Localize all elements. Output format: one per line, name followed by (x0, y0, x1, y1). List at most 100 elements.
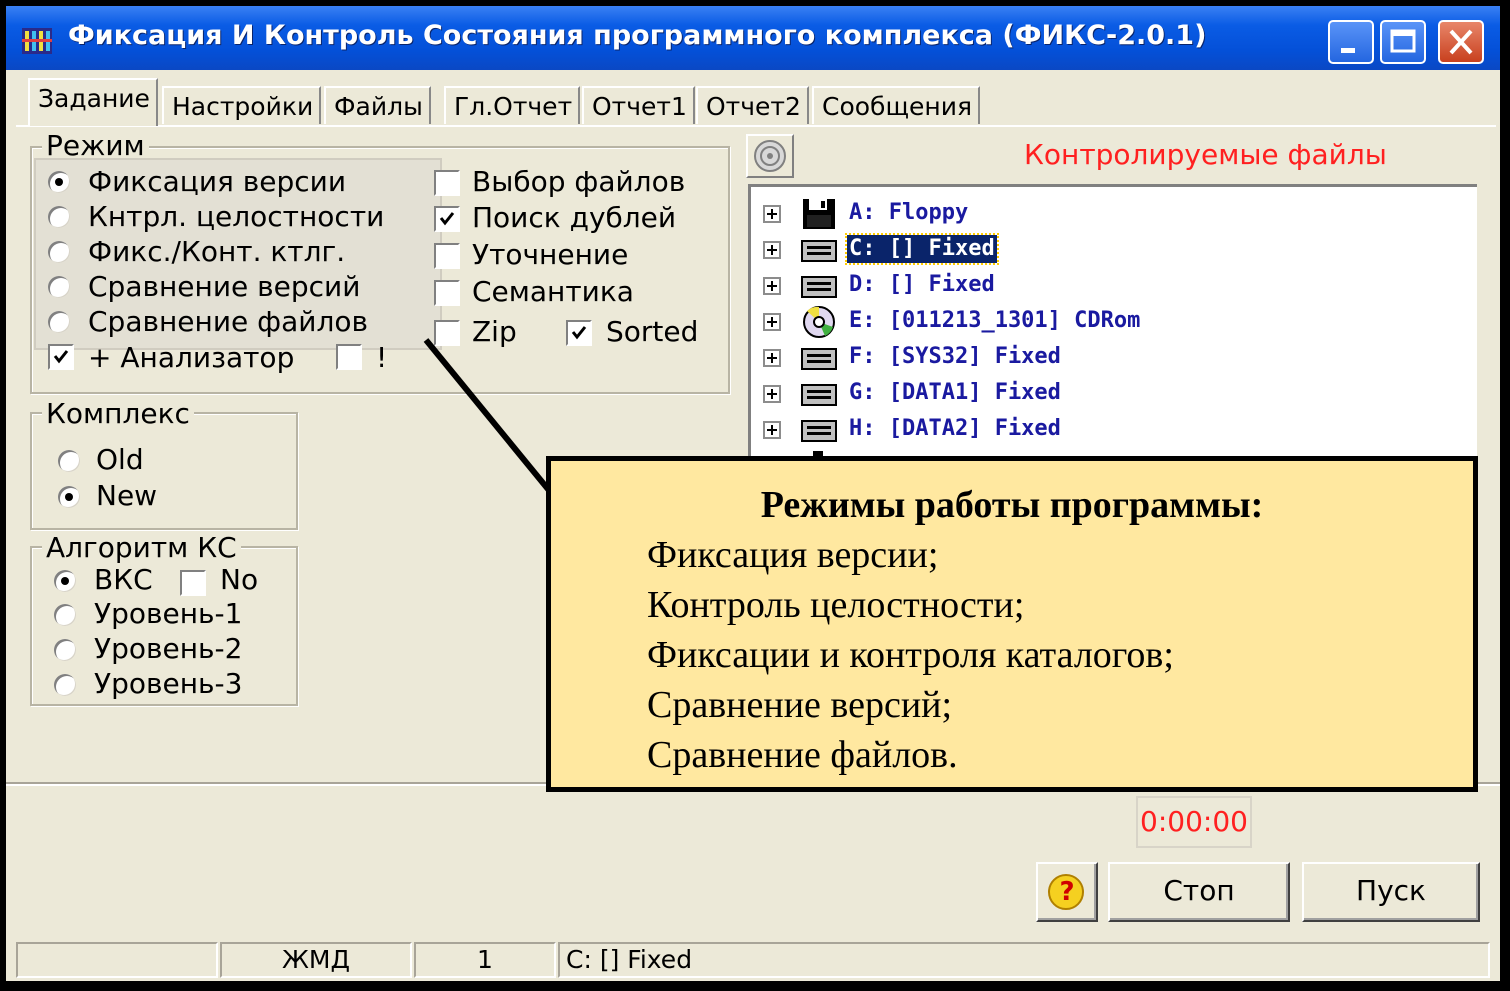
tree-node-label-selected: C: [] Fixed (845, 233, 999, 265)
radio-fix-version-label: Фиксация версии (88, 165, 347, 198)
tab-task[interactable]: Задание (28, 78, 158, 126)
sorted-label: Sorted (606, 315, 699, 348)
analyzer-label: + Анализатор (88, 341, 295, 374)
window-title: Фиксация И Контроль Состояния программно… (68, 20, 1207, 51)
expand-icon[interactable] (763, 277, 781, 295)
tab-main-report[interactable]: Гл.Отчет (444, 86, 581, 124)
find-duplicates-label: Поиск дублей (472, 201, 677, 234)
refresh-tree-button[interactable] (746, 134, 794, 178)
status-panel-2: ЖМД (220, 942, 412, 978)
radio-old[interactable] (58, 450, 80, 472)
tree-node-label: D: [] Fixed (849, 272, 995, 297)
find-duplicates-checkbox[interactable] (434, 206, 460, 232)
checkmark-icon (439, 212, 455, 226)
close-icon (1449, 29, 1473, 55)
radio-compare-files[interactable] (48, 311, 70, 333)
radio-compare-versions[interactable] (48, 276, 70, 298)
drive-tree[interactable]: A: Floppy C: [] Fixed D: [] Fixed E: [01… (748, 184, 1477, 487)
callout-item: Фиксация версии; (647, 534, 939, 576)
expand-icon[interactable] (763, 241, 781, 259)
title-bar[interactable]: Фиксация И Контроль Состояния программно… (6, 6, 1500, 70)
select-files-checkbox[interactable] (434, 170, 460, 196)
refine-checkbox[interactable] (434, 243, 460, 269)
stop-button[interactable]: Стоп (1108, 862, 1290, 922)
tab-messages[interactable]: Сообщения (812, 86, 981, 124)
tab-strip: Задание Настройки Файлы Гл.Отчет Отчет1 … (16, 78, 996, 126)
callout-item: Сравнение файлов. (647, 734, 958, 776)
help-label: ? (1059, 877, 1075, 907)
radio-vks-label: ВКС (94, 563, 153, 596)
tab-files[interactable]: Файлы (324, 86, 431, 124)
tree-node-label: H: [DATA2] Fixed (849, 416, 1061, 441)
cd-rom-icon (799, 305, 839, 339)
mode-legend: Режим (42, 132, 149, 160)
callout-item: Фиксации и контроля каталогов; (647, 634, 1174, 676)
radio-new-label: New (96, 479, 158, 512)
hard-drive-icon (799, 377, 839, 411)
semantics-label: Семантика (472, 275, 634, 308)
floppy-icon (799, 197, 839, 231)
refine-label: Уточнение (472, 238, 629, 271)
callout-item: Контроль целостности; (647, 584, 1025, 626)
minimize-button[interactable] (1328, 20, 1374, 64)
tab-report1[interactable]: Отчет1 (582, 86, 695, 124)
zip-label: Zip (472, 315, 517, 348)
status-panel-4: C: [] Fixed (558, 942, 1490, 978)
hard-drive-icon (799, 233, 839, 267)
cd-disc-icon (754, 140, 786, 172)
close-button[interactable] (1438, 20, 1484, 64)
radio-integrity[interactable] (48, 206, 70, 228)
radio-level3-label: Уровень-3 (94, 667, 243, 700)
status-panel-3: 1 (414, 942, 556, 978)
radio-integrity-label: Кнтрл. целостности (88, 200, 385, 233)
help-button[interactable]: ? (1036, 862, 1098, 922)
radio-catalog-label: Фикс./Конт. ктлг. (88, 235, 346, 268)
start-button[interactable]: Пуск (1302, 862, 1480, 922)
tab-settings[interactable]: Настройки (162, 86, 322, 124)
radio-level2-label: Уровень-2 (94, 632, 243, 665)
tab-report2[interactable]: Отчет2 (696, 86, 809, 124)
maximize-button[interactable] (1380, 20, 1426, 64)
radio-new[interactable] (58, 486, 80, 508)
radio-catalog[interactable] (48, 241, 70, 263)
radio-old-label: Old (96, 443, 144, 476)
zip-checkbox[interactable] (434, 320, 460, 346)
select-files-label: Выбор файлов (472, 165, 686, 198)
expand-icon[interactable] (763, 349, 781, 367)
radio-fix-version[interactable] (48, 171, 70, 193)
expand-icon[interactable] (763, 205, 781, 223)
hard-drive-icon (799, 413, 839, 447)
radio-compare-files-label: Сравнение файлов (88, 305, 368, 338)
tree-node-label: E: [011213_1301] CDRom (849, 308, 1141, 333)
expand-icon[interactable] (763, 421, 781, 439)
no-label: No (220, 563, 259, 596)
radio-level3[interactable] (54, 674, 76, 696)
algorithm-legend: Алгоритм КС (42, 534, 241, 562)
no-checkbox[interactable] (180, 570, 206, 596)
radio-level1-label: Уровень-1 (94, 597, 243, 630)
tree-node-label: F: [SYS32] Fixed (849, 344, 1061, 369)
expand-icon[interactable] (763, 385, 781, 403)
callout-box: Режимы работы программы: Фиксация версии… (546, 456, 1478, 792)
bang-checkbox[interactable] (336, 344, 362, 370)
status-bar: ЖМД 1 C: [] Fixed (6, 938, 1500, 981)
tree-node-label: G: [DATA1] Fixed (849, 380, 1061, 405)
callout-title: Режимы работы программы: (760, 484, 1264, 526)
app-icon (20, 26, 54, 56)
tab-panel-border (16, 125, 1496, 127)
bang-label: ! (376, 341, 388, 374)
maximize-icon (1390, 29, 1416, 53)
semantics-checkbox[interactable] (434, 280, 460, 306)
radio-level1[interactable] (54, 604, 76, 626)
radio-level2[interactable] (54, 639, 76, 661)
checkmark-icon (571, 326, 587, 340)
minimize-icon (1341, 48, 1355, 53)
sorted-checkbox[interactable] (566, 320, 592, 346)
radio-vks[interactable] (54, 570, 76, 592)
status-panel-1 (16, 942, 218, 978)
analyzer-checkbox[interactable] (48, 344, 74, 370)
expand-icon[interactable] (763, 313, 781, 331)
hard-drive-icon (799, 269, 839, 303)
radio-compare-versions-label: Сравнение версий (88, 270, 361, 303)
complex-legend: Комплекс (42, 400, 194, 428)
